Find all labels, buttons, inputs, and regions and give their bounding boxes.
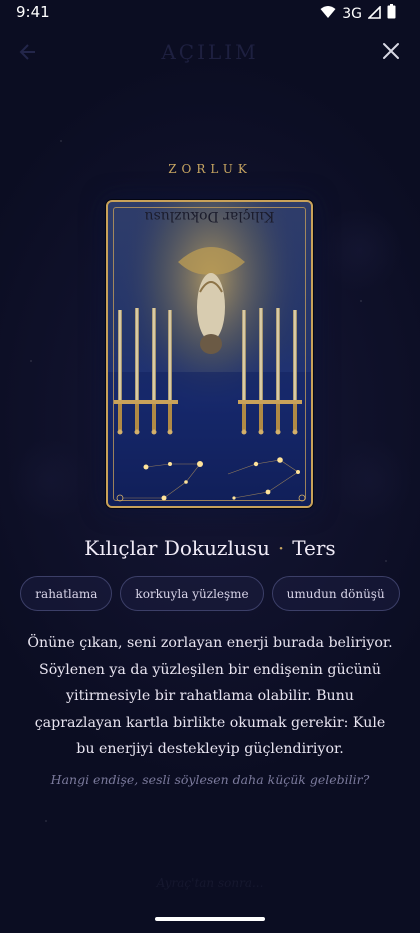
- status-time: 9:41: [16, 3, 50, 21]
- background-star: [45, 820, 47, 822]
- card-name-separator: ·: [277, 536, 285, 560]
- card-name: Kılıçlar Dokuzlusu · Ters: [0, 536, 420, 560]
- close-icon: [382, 42, 400, 64]
- keyword-tag[interactable]: rahatlama: [20, 576, 113, 611]
- network-type: 3G: [342, 5, 362, 22]
- close-button[interactable]: [376, 38, 406, 68]
- keyword-tags: rahatlama korkuyla yüzleşme umudun dönüş…: [0, 576, 420, 611]
- keyword-tag[interactable]: umudun dönüşü: [271, 576, 400, 611]
- background-star: [360, 300, 362, 302]
- card-title-upside-down: Kılıçlar Dokuzlusu: [144, 208, 275, 224]
- status-bar: 9:41 3G: [0, 0, 420, 26]
- home-indicator[interactable]: [155, 917, 265, 921]
- app-bar: AÇILIM: [0, 30, 420, 78]
- battery-icon: [387, 4, 396, 23]
- position-label: ZORLUK: [168, 162, 252, 176]
- app-title: AÇILIM: [161, 40, 259, 64]
- background-star: [60, 140, 62, 142]
- status-icons: 3G: [320, 4, 396, 23]
- keyword-tag[interactable]: korkuyla yüzleşme: [120, 576, 264, 611]
- card-name-text: Kılıçlar Dokuzlusu: [84, 536, 270, 560]
- background-star: [30, 360, 32, 362]
- tarot-card[interactable]: Kılıçlar Dokuzlusu: [106, 200, 313, 508]
- card-frame: [113, 207, 306, 501]
- wifi-icon: [320, 4, 336, 23]
- reflection-question: Hangi endişe, sesli söylesen daha küçük …: [50, 772, 370, 787]
- background-star: [385, 560, 387, 562]
- card-description: Önüne çıkan, seni zorlayan enerji burada…: [27, 635, 393, 757]
- footer-hint: Ayraç'tan sonra...: [156, 876, 264, 890]
- card-orientation: Ters: [292, 536, 336, 560]
- cell-signal-icon: [367, 4, 381, 23]
